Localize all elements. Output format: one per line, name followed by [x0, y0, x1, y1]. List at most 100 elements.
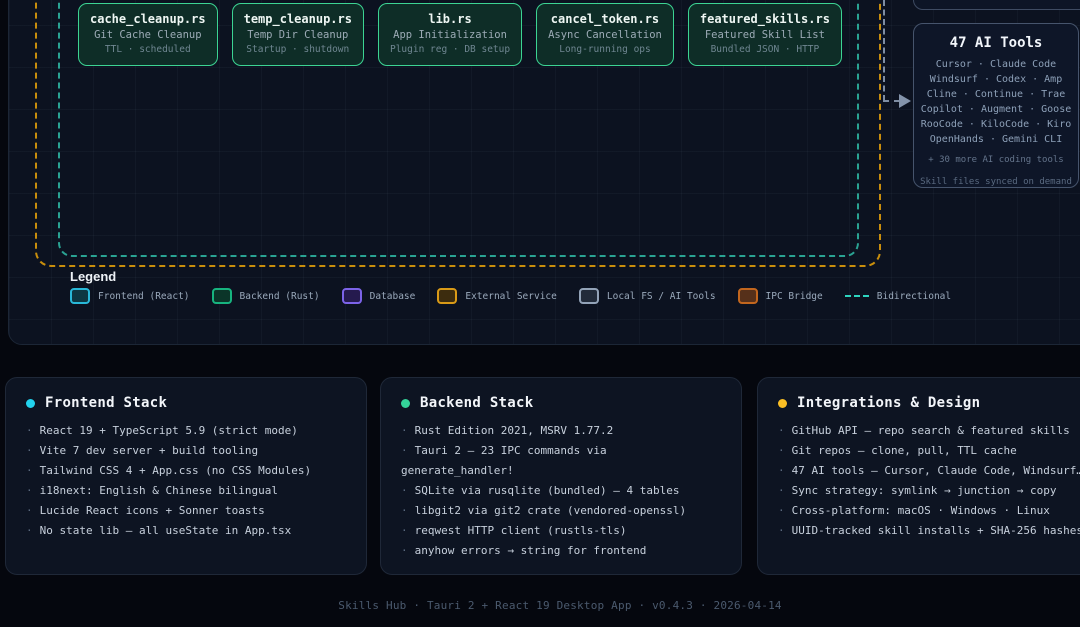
database-swatch-icon [342, 288, 362, 304]
list-item: · React 19 + TypeScript 5.9 (strict mode) [26, 421, 346, 441]
file-card-featured-skills: featured_skills.rs Featured Skill List B… [688, 3, 842, 66]
list-item: ·GitHub API — repo search & featured ski… [778, 421, 1080, 441]
list-item-text: React 19 + TypeScript 5.9 (strict mode) [40, 424, 298, 437]
bullet-icon: · [26, 484, 33, 497]
file-card-lib: lib.rs App Initialization Plugin reg · D… [378, 3, 522, 66]
list-item-text: UUID-tracked skill installs + SHA-256 ha… [792, 524, 1080, 537]
frontend-dot-icon [26, 399, 35, 408]
file-card-meta: Long-running ops [548, 43, 662, 57]
frontend-stack-card: Frontend Stack · React 19 + TypeScript 5.… [5, 377, 367, 575]
truncated-node-box [913, 0, 1080, 10]
ai-tools-row: Cline · Continue · Trae [914, 87, 1078, 102]
bullet-icon: · [401, 544, 408, 557]
list-item: ·Lucide React icons + Sonner toasts [26, 501, 346, 521]
list-item: · Git repos — clone, pull, TTL cache [778, 441, 1080, 461]
card-title: Integrations & Design [797, 395, 980, 411]
legend-item-local-fs: Local FS / AI Tools [579, 288, 716, 304]
connector-line-horizontal [883, 100, 900, 102]
legend-item-label: Database [370, 291, 416, 302]
bullet-icon: · [26, 504, 33, 517]
arrowhead-icon [899, 94, 911, 108]
bullet-icon: · [401, 484, 408, 497]
list-item: ·anyhow errors → string for frontend [401, 541, 721, 561]
file-card-cache-cleanup: cache_cleanup.rs Git Cache Cleanup TTL ·… [78, 3, 218, 66]
ai-tools-row: OpenHands · Gemini CLI [914, 132, 1078, 147]
file-card-temp-cleanup: temp_cleanup.rs Temp Dir Cleanup Startup… [232, 3, 364, 66]
file-card-meta: TTL · scheduled [90, 43, 206, 57]
list-item: · Vite 7 dev server + build tooling [26, 441, 346, 461]
bullet-icon: · [401, 444, 408, 457]
list-item-text: Tailwind CSS 4 + App.css (no CSS Modules… [40, 464, 312, 477]
file-card-title: cache_cleanup.rs [90, 11, 206, 28]
file-card-meta: Bundled JSON · HTTP [700, 43, 830, 57]
local-fs-swatch-icon [579, 288, 599, 304]
list-item-text: Git repos — clone, pull, TTL cache [792, 444, 1017, 457]
card-title: Frontend Stack [45, 395, 167, 411]
external-service-swatch-icon [437, 288, 457, 304]
skills-hub-page: { "diagram": { "file_cards": [ {"title":… [0, 0, 1080, 627]
card-list: ·Rust Edition 2021, MSRV 1.77.2 ·Tauri 2… [401, 421, 721, 561]
card-list: · GitHub API — repo search & featured ski… [778, 421, 1080, 541]
bullet-icon: · [778, 464, 785, 477]
file-card-title: cancel_token.rs [548, 11, 662, 28]
bullet-icon: · [26, 424, 33, 437]
legend-item-label: Backend (Rust) [240, 291, 320, 302]
file-card-title: featured_skills.rs [700, 11, 830, 28]
list-item: · 47 AI tools — Cursor, Claude Code, Wind… [778, 461, 1080, 481]
ai-tools-box: 47 AI Tools Cursor · Claude Code Windsur… [913, 23, 1079, 188]
ai-tools-row: Cursor · Claude Code [914, 57, 1078, 72]
bullet-icon: · [778, 504, 785, 517]
list-item-text: Cross-platform: macOS · Windows · Linux [792, 504, 1050, 517]
ai-tools-row: Copilot · Augment · Goose [914, 102, 1078, 117]
legend-item-label: Bidirectional [877, 291, 951, 302]
list-item-text: libgit2 via git2 crate (vendored-openssl… [415, 504, 687, 517]
ai-tools-row: RooCode · KiloCode · Kiro [914, 117, 1078, 132]
list-item-text: reqwest HTTP client (rustls-tls) [415, 524, 627, 537]
ai-tools-note: Skill files synced on demand [914, 176, 1078, 189]
backend-stack-card: Backend Stack · Rust Edition 2021, MSRV 1… [380, 377, 742, 575]
bullet-icon: · [401, 424, 408, 437]
list-item: ·reqwest HTTP client (rustls-tls) [401, 521, 721, 541]
list-item-text: No state lib — all useState in App.tsx [40, 524, 292, 537]
list-item: ·i18next: English & Chinese bilingual [26, 481, 346, 501]
legend-item-backend: Backend (Rust) [212, 288, 320, 304]
legend-item-label: IPC Bridge [766, 291, 823, 302]
file-card-subtitle: Async Cancellation [548, 28, 662, 43]
ai-tools-more: + 30 more AI coding tools [914, 154, 1078, 167]
bullet-icon: · [401, 504, 408, 517]
bullet-icon: · [778, 524, 785, 537]
legend-title: Legend [70, 269, 116, 284]
legend-item-label: Frontend (React) [98, 291, 190, 302]
file-card-subtitle: Featured Skill List [700, 28, 830, 43]
connector-line-vertical [883, 0, 885, 101]
list-item-text: Rust Edition 2021, MSRV 1.77.2 [415, 424, 614, 437]
card-header: Backend Stack [401, 395, 721, 411]
backend-swatch-icon [212, 288, 232, 304]
legend-item-bidirectional: Bidirectional [845, 291, 951, 302]
file-card-title: temp_cleanup.rs [244, 11, 352, 28]
legend-item-label: Local FS / AI Tools [607, 291, 716, 302]
list-item-text: 47 AI tools — Cursor, Claude Code, Winds… [792, 464, 1080, 477]
list-item: ·SQLite via rusqlite (bundled) — 4 table… [401, 481, 721, 501]
file-card-subtitle: Git Cache Cleanup [90, 28, 206, 43]
card-title: Backend Stack [420, 395, 533, 411]
legend-item-label: External Service [465, 291, 557, 302]
list-item-text: Sync strategy: symlink → junction → copy [792, 484, 1057, 497]
list-item: · UUID-tracked skill installs + SHA-256 h… [778, 521, 1080, 541]
bidirectional-dash-icon [845, 295, 869, 297]
bullet-icon: · [778, 444, 785, 457]
file-card-subtitle: App Initialization [390, 28, 510, 43]
list-item-text: Vite 7 dev server + build tooling [40, 444, 259, 457]
footer-text: Skills Hub · Tauri 2 + React 19 Desktop … [0, 599, 1080, 612]
list-item: · Sync strategy: symlink → junction → cop… [778, 481, 1080, 501]
bullet-icon: · [778, 484, 785, 497]
legend-item-ipc-bridge: IPC Bridge [738, 288, 823, 304]
bullet-icon: · [26, 444, 33, 457]
list-item-text: GitHub API — repo search & featured skil… [792, 424, 1070, 437]
integrations-design-card: Integrations & Design · GitHub API — repo… [757, 377, 1080, 575]
list-item: ·Tailwind CSS 4 + App.css (no CSS Module… [26, 461, 346, 481]
card-header: Integrations & Design [778, 395, 1080, 411]
list-item: · Cross-platform: macOS · Windows · Linux [778, 501, 1080, 521]
integrations-dot-icon [778, 399, 787, 408]
ipc-bridge-swatch-icon [738, 288, 758, 304]
